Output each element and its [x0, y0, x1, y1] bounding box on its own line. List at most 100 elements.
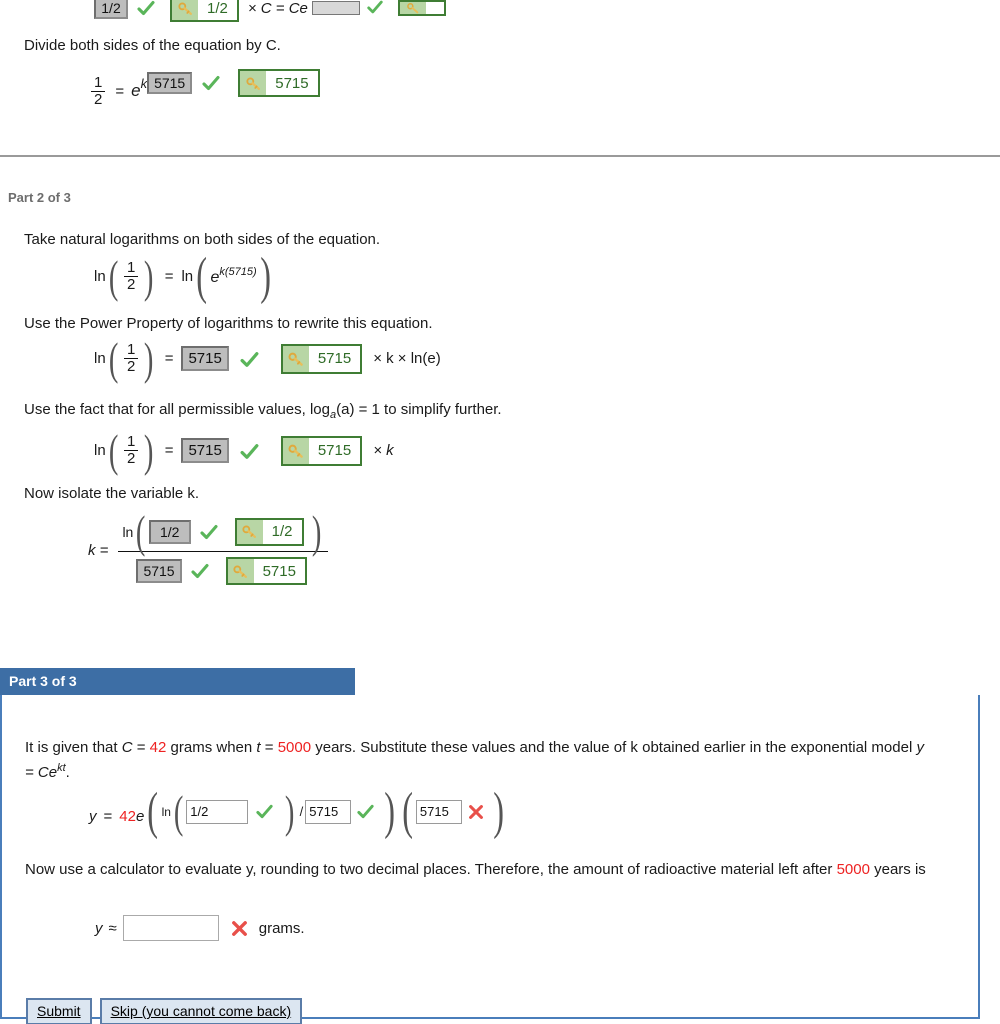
- fraction-one-half: 1 2: [124, 259, 139, 293]
- paren-open-second: (: [401, 783, 413, 840]
- gray-answer-box: 5715: [181, 438, 229, 464]
- action-buttons: Submit Skip (you cannot come back): [26, 998, 303, 1024]
- check-icon: [366, 0, 386, 18]
- fraction-numerator: 1: [127, 341, 136, 359]
- key-answer-box[interactable]: 1/2: [170, 0, 239, 22]
- model-y: y: [916, 739, 924, 756]
- check-icon: [190, 561, 210, 581]
- check-icon: [239, 441, 259, 461]
- fraction-numerator: 1: [127, 433, 136, 451]
- key-answer-box[interactable]: 1/2: [234, 517, 304, 546]
- check-icon: [239, 349, 259, 369]
- gray-answer-box: 1/2: [94, 0, 128, 19]
- check-icon: [136, 0, 156, 18]
- fraction-numerator: 1: [127, 259, 136, 277]
- key-answer-box[interactable]: 5715: [225, 557, 307, 586]
- fraction-numerator: 1: [94, 74, 103, 91]
- check-icon: [255, 802, 275, 822]
- model-eq: = Ce: [25, 764, 58, 781]
- value-C: 42: [149, 739, 167, 756]
- paren-close: ): [144, 251, 154, 303]
- key-icon: [240, 71, 267, 95]
- answer-input-1[interactable]: 1/2: [186, 799, 249, 824]
- part-3-box: It is given that C = 42 grams when t = 5…: [0, 695, 980, 1024]
- var-y: y: [89, 808, 97, 826]
- statement-mid: grams when: [166, 739, 257, 756]
- fraction-denominator: 2: [124, 450, 139, 467]
- paren-open-inner: (: [173, 786, 184, 838]
- statement-pre: It is given that: [25, 739, 122, 756]
- submit-button[interactable]: Submit: [26, 998, 92, 1024]
- paren-close-inner: ): [285, 786, 295, 838]
- exponent-input[interactable]: [311, 1, 360, 15]
- key-icon: [172, 0, 198, 20]
- equals-sign: =: [164, 350, 174, 368]
- base-e: e: [135, 808, 145, 826]
- paren-close: ): [144, 425, 154, 476]
- equation-tail-text: × C = Ce: [247, 0, 308, 17]
- paren-open: (: [108, 333, 119, 384]
- key-answer-value: 5715: [262, 562, 296, 580]
- value-t: 5000: [277, 739, 312, 756]
- paren-close: ): [311, 506, 321, 557]
- paren-open-outer: (: [147, 783, 159, 840]
- var-y: y: [95, 919, 103, 937]
- fraction-denominator: 2: [91, 90, 106, 108]
- answer-input-2[interactable]: 5715: [305, 799, 352, 824]
- paren-open: (: [108, 251, 119, 303]
- ln-label-rhs: ln: [181, 268, 194, 286]
- key-answer-box[interactable]: 5715: [280, 343, 363, 374]
- key-icon: [282, 345, 309, 372]
- equation-row-clipped: 1/2 1/2 × C = Ce: [94, 0, 446, 22]
- instruction-evaluate-line1: Now use a calculator to evaluate y, roun…: [25, 861, 717, 878]
- key-answer-box[interactable]: [397, 0, 446, 16]
- paren-close-second: ): [493, 783, 504, 840]
- answer-input-3[interactable]: 5715: [415, 799, 462, 824]
- equals-sign: =: [164, 442, 174, 460]
- equation-isolate-k: k = ln ( 1/2 1/2) 5715 5715: [88, 506, 328, 586]
- fraction-one-half: 1 2: [124, 433, 139, 467]
- paren-close: ): [259, 248, 271, 305]
- key-answer-value: 5715: [317, 442, 352, 460]
- skip-button[interactable]: Skip (you cannot come back): [99, 998, 303, 1024]
- gray-answer-box: 5715: [136, 559, 182, 584]
- var-C: C: [121, 739, 133, 756]
- final-answer-input[interactable]: [122, 915, 219, 941]
- paren-open: (: [136, 506, 146, 557]
- instruction-evaluate-post: years is: [869, 861, 926, 878]
- section-divider: [0, 155, 1000, 157]
- equals-sign: =: [164, 268, 174, 286]
- key-icon: [399, 2, 426, 14]
- fraction-denominator: 5715 5715: [118, 552, 327, 586]
- instruction-take-ln: Take natural logarithms on both sides of…: [24, 231, 381, 248]
- lhs-k-equals: k =: [88, 541, 109, 559]
- statement-post: years. Substitute these values and the v…: [311, 739, 917, 756]
- instruction-divide: Divide both sides of the equation by C.: [24, 37, 281, 54]
- ln-label: ln: [94, 350, 106, 368]
- fraction-denominator: 2: [124, 276, 139, 293]
- instruction-log-identity-pre: Use the fact that for all permissible va…: [24, 401, 330, 418]
- paren-close-outer: ): [384, 783, 396, 840]
- base-e: e: [210, 269, 220, 287]
- exercise-page: 1/2 1/2 × C = Ce Divide both sides of th…: [0, 0, 1000, 1024]
- key-answer-value: 5715: [317, 350, 352, 368]
- equation-tail-text: × k: [373, 442, 394, 460]
- instruction-log-identity: Use the fact that for all permissible va…: [24, 399, 502, 426]
- check-icon: [199, 522, 219, 542]
- model-end: .: [65, 764, 70, 781]
- gray-answer-box: 5715: [147, 72, 193, 94]
- paren-open: (: [196, 248, 208, 305]
- part-3-section: Part 3 of 3 It is given that C = 42 gram…: [0, 668, 980, 1024]
- instruction-evaluate-pre: material left after: [720, 861, 837, 878]
- equation-simplify: ln ( 1 2 ) = 5715 5715 × k: [94, 425, 394, 476]
- key-answer-box[interactable]: 5715: [238, 69, 320, 97]
- key-answer-box[interactable]: 5715: [280, 435, 363, 466]
- fraction-one-half: 1 2: [124, 341, 139, 375]
- equals-1: =: [132, 739, 150, 756]
- ln-label: ln: [161, 804, 171, 819]
- approx-sign: ≈: [108, 919, 117, 937]
- ln-label: ln: [122, 523, 134, 540]
- gray-answer-box: 1/2: [148, 519, 191, 544]
- ln-label: ln: [94, 442, 106, 460]
- key-answer-value: 5715: [275, 74, 309, 92]
